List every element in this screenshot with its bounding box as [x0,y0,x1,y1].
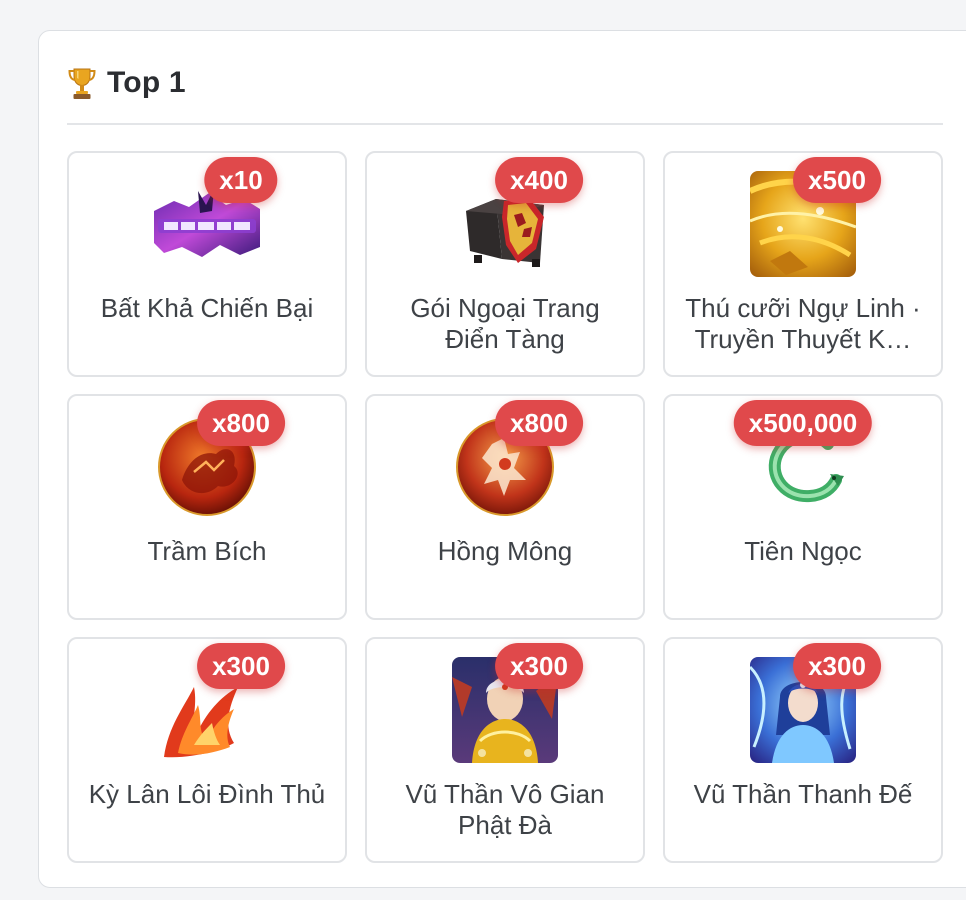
reward-grid: x10 Bất Khả Chiến Bại x400 Gói Ngoại Tra… [67,151,943,863]
quantity-badge: x400 [495,157,583,203]
item-name: Hồng Mông [437,536,573,566]
item-name: Vũ Thần Thanh Đế [693,779,913,809]
reward-panel: Top 1 x10 Bất Khả Chiến Bại x400 Gói Ngo… [38,30,966,888]
quantity-badge: x500,000 [733,400,873,446]
quantity-badge: x800 [495,400,583,446]
quantity-badge: x500 [793,157,881,203]
quantity-badge: x300 [197,643,285,689]
reward-card[interactable]: x500 Thú cưỡi Ngự Linh · Truyền Thuyết K… [663,151,943,377]
item-name: Vũ Thần Vô Gian Phật Đà [405,779,605,840]
item-name: Kỳ Lân Lôi Đình Thủ [88,779,326,809]
quantity-badge: x10 [204,157,278,203]
reward-card[interactable]: x10 Bất Khả Chiến Bại [67,151,347,377]
quantity-badge: x800 [197,400,285,446]
quantity-badge: x300 [495,643,583,689]
panel-header: Top 1 [67,61,186,105]
header-divider [67,123,943,125]
item-name: Tiên Ngọc [744,536,862,566]
item-name: Gói Ngoại Trang Điển Tàng [410,293,600,354]
quantity-badge: x300 [793,643,881,689]
item-name: Thú cưỡi Ngự Linh · Truyền Thuyết K… [685,293,921,354]
trophy-icon [67,66,97,100]
reward-card[interactable]: x800 Trầm Bích [67,394,347,620]
reward-card[interactable]: x800 Hồng Mông [365,394,645,620]
item-name: Bất Khả Chiến Bại [100,293,314,323]
item-name: Trầm Bích [147,536,267,566]
section-title: Top 1 [107,66,186,99]
reward-card[interactable]: x300 Vũ Thần Vô Gian Phật Đà [365,637,645,863]
reward-card[interactable]: x400 Gói Ngoại Trang Điển Tàng [365,151,645,377]
reward-card[interactable]: x500,000 Tiên Ngọc [663,394,943,620]
reward-card[interactable]: x300 Kỳ Lân Lôi Đình Thủ [67,637,347,863]
reward-card[interactable]: x300 Vũ Thần Thanh Đế [663,637,943,863]
